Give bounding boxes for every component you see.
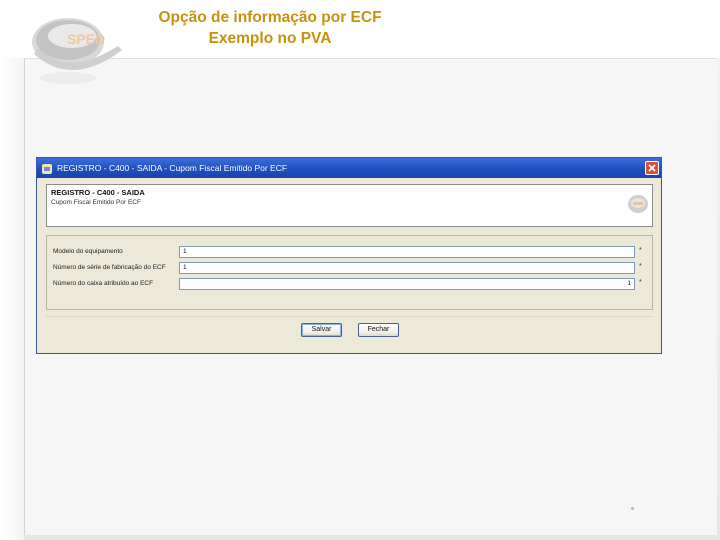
header-title: REGISTRO - C400 - SAIDA xyxy=(51,188,145,197)
header-subtitle: Cupom Fiscal Emitido Por ECF xyxy=(51,199,141,206)
decorative-dot xyxy=(631,507,634,510)
window-titlebar[interactable]: REGISTRO - C400 - SAIDA - Cupom Fiscal E… xyxy=(37,158,661,178)
sped-small-logo xyxy=(627,193,649,215)
dialog-header: REGISTRO - C400 - SAIDA Cupom Fiscal Emi… xyxy=(46,184,653,227)
slide-left-band xyxy=(0,58,24,540)
required-mark: * xyxy=(639,247,642,254)
required-mark: * xyxy=(639,263,642,270)
field-label-caixa: Número do caixa atribuído ao ECF xyxy=(53,280,154,287)
close-icon xyxy=(648,164,656,172)
slide-title-line1: Opção de informação por ECF xyxy=(158,9,382,26)
button-bar: Salvar Fechar xyxy=(46,316,653,345)
numero-caixa-input[interactable]: 1 xyxy=(179,278,635,290)
field-label-serie: Número de série de fabricação do ECF xyxy=(53,264,166,271)
window-close-button[interactable] xyxy=(645,161,659,175)
modelo-equipamento-input[interactable]: 1 xyxy=(179,246,635,258)
logo-text: SPED xyxy=(67,31,105,47)
registro-dialog: REGISTRO - C400 - SAIDA - Cupom Fiscal E… xyxy=(36,157,662,354)
save-button[interactable]: Salvar xyxy=(301,323,342,337)
field-row-modelo: Modelo do equipamento 1 * xyxy=(47,246,654,259)
slide-title: Opção de informação por ECF Exemplo no P… xyxy=(120,7,420,49)
slide-title-line2: Exemplo no PVA xyxy=(208,30,332,47)
numero-serie-input[interactable]: 1 xyxy=(179,262,635,274)
field-row-serie: Número de série de fabricação do ECF 1 * xyxy=(47,262,654,275)
field-label-modelo: Modelo do equipamento xyxy=(53,248,123,255)
sped-logo: SPED xyxy=(28,8,124,88)
fields-group: Modelo do equipamento 1 * Número de séri… xyxy=(46,235,653,310)
window-title: REGISTRO - C400 - SAIDA - Cupom Fiscal E… xyxy=(57,163,288,173)
close-button[interactable]: Fechar xyxy=(358,323,399,337)
field-row-caixa: Número do caixa atribuído ao ECF 1 * xyxy=(47,278,654,291)
window-app-icon xyxy=(41,162,53,174)
required-mark: * xyxy=(639,279,642,286)
